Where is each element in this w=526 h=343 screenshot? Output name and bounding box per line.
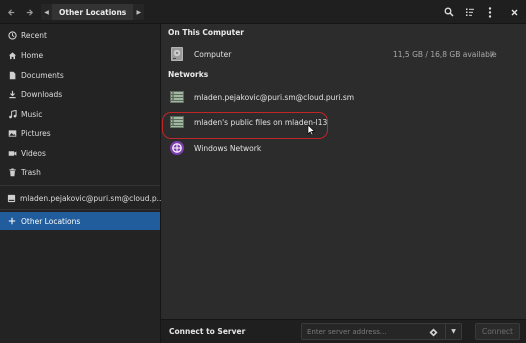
sidebar-item-label: Music	[21, 109, 43, 119]
sidebar-item-label: Home	[21, 50, 44, 60]
breadcrumb-left-button[interactable]: ◀	[41, 4, 52, 20]
chevron-left-icon: ◀	[44, 8, 49, 16]
sidebar-item-documents[interactable]: Documents	[0, 66, 160, 84]
location-label: Computer	[194, 49, 232, 59]
sidebar-separator	[0, 185, 160, 186]
clock-icon	[7, 30, 17, 40]
network-drive-icon	[7, 193, 16, 203]
network-row-windows[interactable]: Windows Network	[161, 137, 526, 159]
sidebar-item-pictures[interactable]: Pictures	[0, 124, 160, 142]
close-button[interactable]	[505, 4, 523, 20]
location-label: mladen.pejakovic@puri.sm@cloud.puri.sm	[194, 92, 355, 102]
plus-icon	[7, 216, 17, 226]
sidebar-item-other-locations[interactable]: Other Locations	[0, 212, 160, 230]
server-address-input[interactable]	[307, 326, 437, 338]
search-button[interactable]	[440, 4, 458, 20]
pictures-icon	[7, 128, 17, 138]
network-server-icon	[170, 91, 184, 103]
sidebar-item-label: Trash	[21, 167, 41, 177]
highlight-annotation	[162, 112, 328, 139]
arrow-left-icon	[7, 8, 14, 16]
network-row-cloud[interactable]: mladen.pejakovic@puri.sm@cloud.puri.sm	[161, 86, 526, 108]
mount-path: /	[491, 49, 494, 59]
breadcrumb: ◀ Other Locations ▶	[41, 4, 145, 20]
sidebar-item-label: Downloads	[21, 89, 63, 99]
sidebar-item-videos[interactable]: Videos	[0, 144, 160, 162]
server-address-icon	[428, 327, 438, 337]
server-address-combo: ▼	[301, 323, 462, 340]
sidebar-item-label: Pictures	[21, 128, 51, 138]
music-icon	[7, 109, 17, 119]
sidebar-item-label: Videos	[21, 148, 46, 158]
view-options-icon	[466, 8, 474, 16]
chevron-right-icon: ▶	[136, 8, 142, 16]
header-bar: ◀ Other Locations ▶	[0, 0, 526, 24]
windows-network-icon	[170, 141, 184, 155]
home-icon	[7, 50, 17, 60]
chevron-down-icon: ▼	[451, 328, 456, 335]
sidebar-item-label: Recent	[21, 30, 47, 40]
sidebar: Recent Home Documents Downloads Music Pi…	[0, 24, 164, 343]
drive-icon	[171, 47, 183, 61]
search-icon	[444, 7, 454, 17]
menu-button[interactable]	[481, 4, 499, 20]
sidebar-separator	[0, 209, 160, 210]
section-heading-networks: Networks	[168, 70, 209, 79]
sidebar-item-label: mladen.pejakovic@puri.sm@cloud.p...	[20, 193, 164, 203]
connect-bar: Connect to Server ▼ Connect	[161, 319, 526, 343]
download-icon	[7, 89, 17, 99]
sidebar-item-downloads[interactable]: Downloads	[0, 85, 160, 103]
video-icon	[7, 148, 17, 158]
document-icon	[7, 70, 17, 80]
connect-button[interactable]: Connect	[475, 323, 520, 340]
location-label: Windows Network	[194, 143, 262, 153]
sidebar-item-network-drive[interactable]: mladen.pejakovic@puri.sm@cloud.p...	[0, 189, 164, 207]
arrow-right-icon	[26, 8, 33, 16]
breadcrumb-right-button[interactable]: ▶	[133, 4, 145, 20]
sidebar-item-music[interactable]: Music	[0, 105, 160, 123]
kebab-menu-icon	[488, 6, 492, 18]
sidebar-item-label: Other Locations	[21, 216, 81, 226]
locations-view: On This Computer Computer 11,5 GB / 16,8…	[161, 24, 526, 319]
connect-to-server-label: Connect to Server	[169, 327, 246, 336]
forward-button[interactable]	[21, 4, 37, 20]
close-icon	[511, 9, 517, 15]
view-options-button[interactable]	[461, 4, 479, 20]
server-history-dropdown[interactable]: ▼	[445, 324, 461, 339]
location-row-computer[interactable]: Computer 11,5 GB / 16,8 GB available /	[161, 43, 526, 65]
sidebar-item-label: Documents	[21, 70, 64, 80]
sidebar-item-recent[interactable]: Recent	[0, 26, 160, 44]
disk-usage: 11,5 GB / 16,8 GB available	[393, 49, 497, 59]
back-button[interactable]	[3, 4, 19, 20]
trash-icon	[7, 167, 17, 177]
breadcrumb-current[interactable]: Other Locations	[52, 4, 134, 20]
sidebar-item-home[interactable]: Home	[0, 46, 160, 64]
mouse-pointer-icon	[307, 124, 315, 136]
sidebar-item-trash[interactable]: Trash	[0, 163, 160, 181]
section-heading-on-this-computer: On This Computer	[168, 28, 244, 37]
